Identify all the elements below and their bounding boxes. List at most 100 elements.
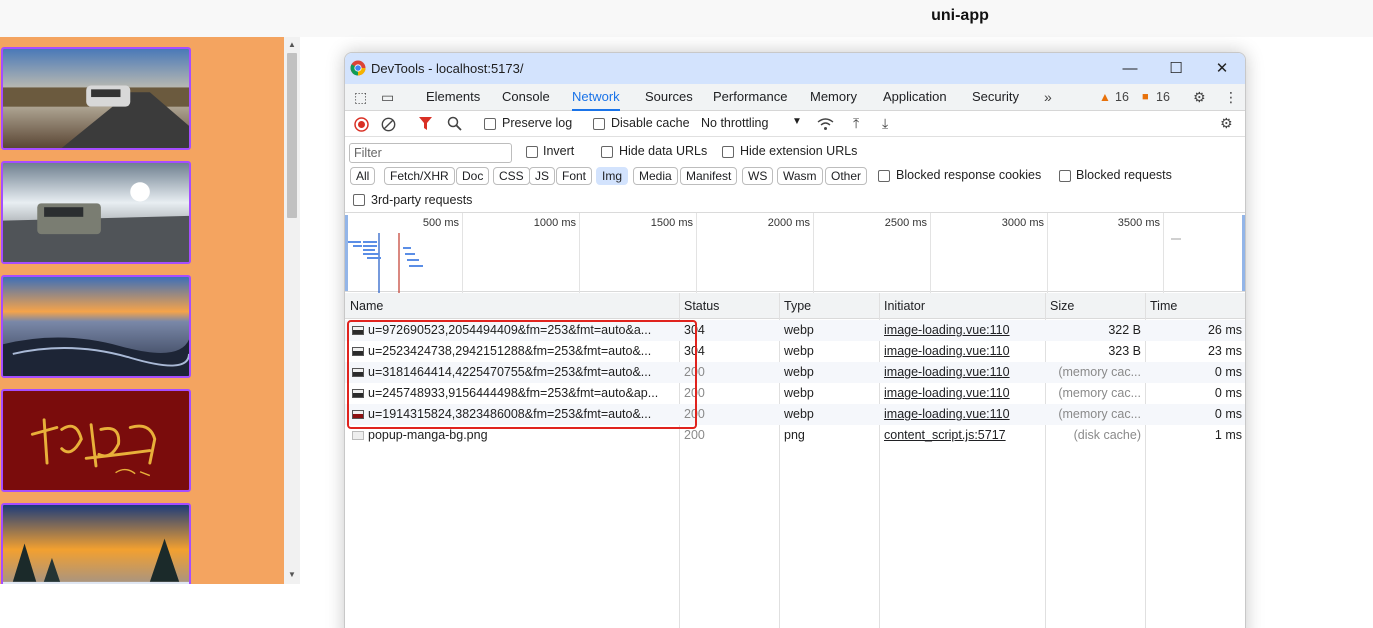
type-pill-font[interactable]: Font (556, 167, 593, 185)
chevron-down-icon[interactable]: ▼ (792, 116, 802, 127)
type-pill-js[interactable]: JS (529, 167, 556, 185)
column-initiator-header[interactable]: Initiator (879, 293, 1045, 319)
blocked-response-cookies-label: Blocked response cookies (896, 168, 1042, 182)
disable-cache-label: Disable cache (611, 116, 690, 130)
request-time: 1 ms (1214, 428, 1242, 442)
column-time-header[interactable]: Time (1145, 293, 1245, 319)
tab-application[interactable]: Application (883, 84, 947, 111)
type-pill-manifest[interactable]: Manifest (680, 167, 738, 185)
request-initiator-link[interactable]: image-loading.vue:110 (884, 320, 1040, 341)
tab-memory[interactable]: Memory (810, 84, 857, 111)
search-icon[interactable] (447, 116, 462, 131)
third-party-checkbox[interactable] (353, 194, 365, 206)
request-type: png (784, 428, 805, 442)
chrome-logo-icon (350, 60, 366, 76)
type-pill-other[interactable]: Other (825, 167, 868, 185)
tab-security[interactable]: Security (972, 84, 1019, 111)
more-options-icon[interactable]: ⋮ (1224, 84, 1238, 111)
annotation-highlight-box (347, 320, 697, 429)
type-pill-ws[interactable]: WS (742, 167, 774, 185)
request-type: webp (784, 386, 814, 400)
tab-elements[interactable]: Elements (426, 84, 480, 111)
request-size: (disk cache) (1073, 428, 1141, 442)
issues-count[interactable]: 16 (1156, 84, 1170, 111)
request-initiator-link[interactable]: image-loading.vue:110 (884, 383, 1040, 404)
hide-extension-urls-checkbox[interactable] (722, 146, 734, 158)
issues-icon[interactable]: ■ (1142, 84, 1149, 111)
close-button[interactable]: ✕ (1199, 53, 1245, 84)
hide-data-urls-checkbox[interactable] (601, 146, 613, 158)
request-time: 0 ms (1214, 386, 1242, 400)
request-status: 304 (684, 344, 705, 358)
filter-funnel-icon[interactable] (419, 117, 432, 131)
type-pill-media[interactable]: Media (633, 167, 678, 185)
column-status-header[interactable]: Status (679, 293, 779, 319)
request-size: (memory cac... (1058, 407, 1141, 421)
request-initiator-link[interactable]: content_script.js:5717 (884, 425, 1040, 446)
network-toolbar: Preserve log Disable cache No throttling… (345, 111, 1245, 137)
blocked-requests-checkbox[interactable] (1059, 170, 1071, 182)
warning-count[interactable]: 16 (1115, 84, 1129, 111)
export-har-icon[interactable]: ⤓ (882, 115, 888, 132)
image-file-icon (352, 431, 364, 440)
maximize-button[interactable]: ☐ (1153, 53, 1199, 84)
sunset-shore-image (1, 275, 191, 378)
request-initiator-link[interactable]: image-loading.vue:110 (884, 341, 1040, 362)
column-size-header[interactable]: Size (1045, 293, 1145, 319)
disable-cache-checkbox[interactable] (593, 118, 605, 130)
winter-sunset-image (1, 503, 191, 584)
tab-sources[interactable]: Sources (645, 84, 693, 111)
column-type-header[interactable]: Type (779, 293, 879, 319)
blocked-response-cookies-checkbox[interactable] (878, 170, 890, 182)
tab-network[interactable]: Network (572, 84, 620, 111)
network-settings-gear-icon[interactable]: ⚙ (1220, 115, 1233, 132)
devtools-titlebar[interactable]: DevTools - localhost:5173/ — ☐ ✕ (345, 53, 1245, 84)
page: uni-app ▲ ▼ DevTools - localhost:5173/ —… (0, 0, 1373, 628)
filter-input[interactable]: Filter (349, 143, 512, 163)
network-overview-timeline[interactable]: 500 ms 1000 ms 1500 ms 2000 ms 2500 ms 3… (345, 212, 1245, 293)
request-time: 0 ms (1214, 407, 1242, 421)
requests-table-header: Name Status Type Initiator Size Time (345, 293, 1245, 319)
record-stop-icon[interactable] (354, 117, 369, 132)
device-toolbar-icon[interactable]: ▭ (381, 84, 394, 111)
import-har-icon[interactable]: ⤒ (853, 115, 859, 132)
scroll-up-arrow-icon[interactable]: ▲ (284, 38, 300, 52)
column-name-header[interactable]: Name (345, 293, 679, 319)
type-pill-css[interactable]: CSS (493, 167, 530, 185)
minimize-button[interactable]: — (1107, 53, 1153, 84)
warning-icon[interactable]: ▲ (1099, 84, 1111, 111)
blocked-requests-label: Blocked requests (1076, 168, 1172, 182)
image-list-panel[interactable] (0, 37, 284, 584)
inspect-element-icon[interactable]: ⬚ (354, 84, 367, 111)
request-time: 23 ms (1207, 344, 1242, 358)
scroll-thumb[interactable] (287, 53, 297, 218)
scroll-down-arrow-icon[interactable]: ▼ (284, 568, 300, 582)
calligraphy-image (1, 389, 191, 492)
type-pill-wasm[interactable]: Wasm (777, 167, 823, 185)
request-status: 304 (684, 323, 705, 337)
request-time: 26 ms (1207, 323, 1242, 337)
request-size: 323 B (1108, 344, 1141, 358)
request-initiator-link[interactable]: image-loading.vue:110 (884, 404, 1040, 425)
more-tabs-icon[interactable]: » (1044, 84, 1052, 111)
tab-console[interactable]: Console (502, 84, 550, 111)
request-type: webp (784, 344, 814, 358)
tab-performance[interactable]: Performance (713, 84, 787, 111)
type-pill-doc[interactable]: Doc (456, 167, 490, 185)
request-size: 322 B (1108, 323, 1141, 337)
settings-gear-icon[interactable]: ⚙ (1193, 84, 1206, 111)
type-pill-img[interactable]: Img (596, 167, 629, 185)
left-panel-scrollbar[interactable]: ▲ ▼ (284, 37, 300, 584)
preserve-log-checkbox[interactable] (484, 118, 496, 130)
request-status: 200 (684, 365, 705, 379)
type-pill-all[interactable]: All (350, 167, 376, 185)
clear-icon[interactable] (381, 117, 396, 132)
invert-checkbox[interactable] (526, 146, 538, 158)
request-status: 200 (684, 386, 705, 400)
throttling-select[interactable]: No throttling (701, 116, 768, 130)
request-initiator-link[interactable]: image-loading.vue:110 (884, 362, 1040, 383)
network-conditions-icon[interactable] (817, 117, 834, 131)
type-pill-fetch-xhr[interactable]: Fetch/XHR (384, 167, 455, 185)
request-type: webp (784, 407, 814, 421)
app-title: uni-app (931, 7, 989, 24)
